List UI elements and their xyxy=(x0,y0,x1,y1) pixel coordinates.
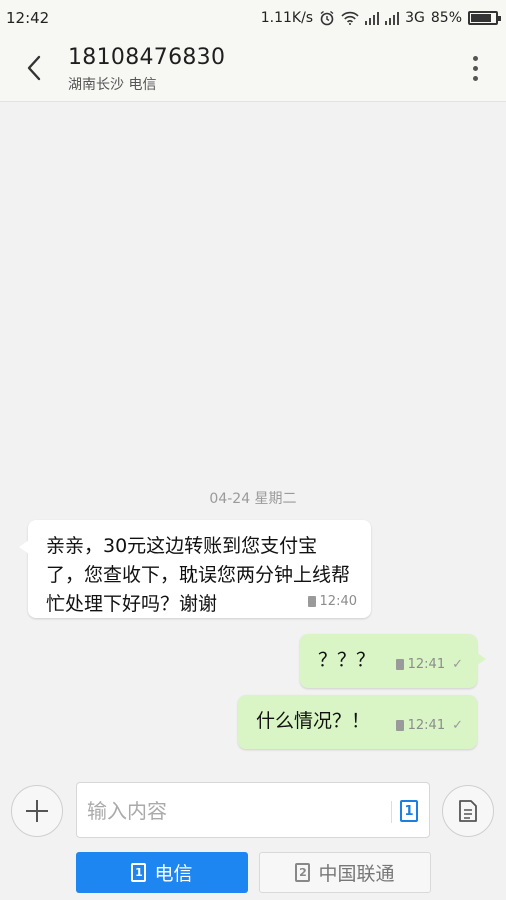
sim-select-icon[interactable]: 1 xyxy=(400,800,418,822)
back-arrow-icon xyxy=(27,55,41,81)
status-icons: 1.11K/s 3G 85% xyxy=(260,10,501,26)
more-dot-icon xyxy=(472,75,478,81)
send-sim2-label: 中国联通 xyxy=(318,863,395,885)
input-divider xyxy=(391,801,392,823)
message-meta: 12:41 ✓ xyxy=(395,657,463,672)
sim-card-icon xyxy=(307,596,316,607)
date-separator: 04-24 星期二 xyxy=(209,491,297,507)
more-options-button[interactable] xyxy=(462,50,488,86)
quick-reply-button[interactable] xyxy=(442,785,494,837)
message-bubble-outgoing[interactable]: ？？？ 12:41 ✓ xyxy=(300,634,486,688)
message-meta: 12:41 ✓ xyxy=(395,718,463,733)
message-text: 亲亲，30元这边转账到您支付宝了，您查收下，耽误您两分钟上线帮忙处理下好吗？谢谢 xyxy=(46,535,351,615)
sim-card-icon xyxy=(395,659,404,670)
more-dot-icon xyxy=(472,65,478,71)
sim2-icon: 2 xyxy=(295,863,311,882)
send-sim1-label: 电信 xyxy=(154,863,193,885)
attach-button[interactable] xyxy=(11,785,63,837)
battery-icon xyxy=(468,11,501,25)
delivered-check-icon: ✓ xyxy=(452,718,463,733)
more-dot-icon xyxy=(472,55,478,61)
battery-level xyxy=(471,14,492,22)
message-input-box[interactable]: 1 xyxy=(76,782,430,838)
send-sim2-button[interactable]: 2 中国联通 xyxy=(259,852,431,893)
delivered-check-icon: ✓ xyxy=(452,657,463,672)
message-bubble-incoming[interactable]: 亲亲，30元这边转账到您支付宝了，您查收下，耽误您两分钟上线帮忙处理下好吗？谢谢… xyxy=(19,520,371,618)
message-input[interactable] xyxy=(87,793,387,829)
signal-sim2-icon xyxy=(385,11,400,25)
status-time: 12:42 xyxy=(6,9,50,27)
plus-icon xyxy=(26,800,48,822)
document-icon xyxy=(459,800,477,822)
message-time: 12:40 xyxy=(319,594,357,609)
message-bubble-outgoing[interactable]: 什么情况？！ 12:41 ✓ xyxy=(238,695,477,749)
contact-number: 18108476830 xyxy=(68,45,226,70)
battery-percent: 85% xyxy=(430,10,462,26)
back-button[interactable] xyxy=(14,48,54,88)
network-type: 3G xyxy=(405,10,425,26)
sim1-icon: 1 xyxy=(131,863,147,882)
signal-sim1-icon xyxy=(365,11,380,25)
status-bar: 12:42 1.11K/s 3G 85% xyxy=(0,0,506,36)
message-time: 12:41 xyxy=(407,718,446,733)
alarm-icon xyxy=(320,10,334,26)
contact-location: 湖南长沙 电信 xyxy=(68,77,157,93)
message-time: 12:41 xyxy=(407,657,446,672)
wifi-icon xyxy=(341,11,359,25)
message-meta: 12:40 xyxy=(307,594,357,609)
send-sim1-button[interactable]: 1 电信 xyxy=(76,852,248,893)
conversation-header: 18108476830 湖南长沙 电信 xyxy=(0,36,506,102)
sim-card-icon xyxy=(395,720,404,731)
network-speed: 1.11K/s xyxy=(260,10,314,26)
